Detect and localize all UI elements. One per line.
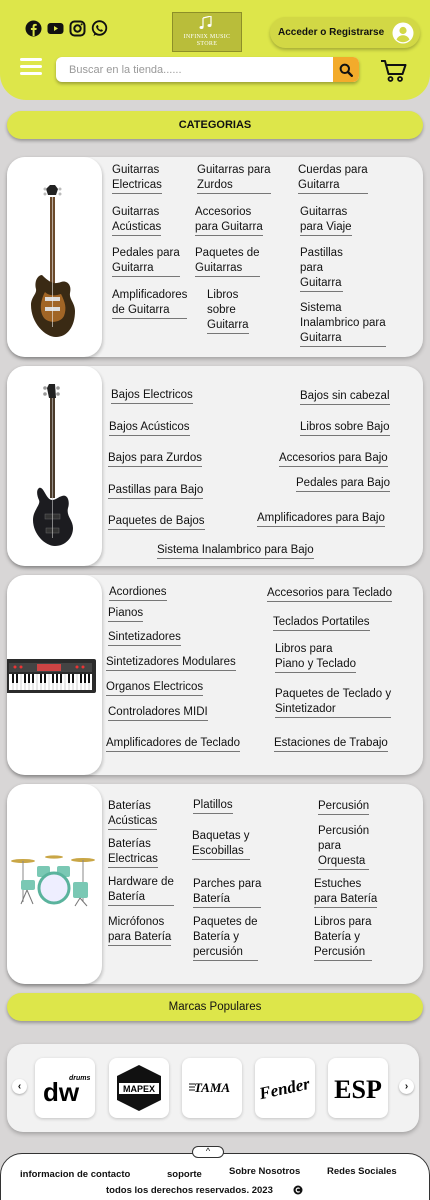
drum-category-link[interactable]: Paquetes de Batería y percusión xyxy=(193,915,258,961)
cart-icon[interactable] xyxy=(380,59,408,83)
logo-text: INFINIX MUSIC xyxy=(183,34,231,40)
copyright-text: todos los derechos reservados. 2023 xyxy=(106,1185,273,1196)
footer-contact-link[interactable]: informacion de contacto xyxy=(20,1169,130,1180)
keys-category-link[interactable]: Accesorios para Teclado xyxy=(267,586,393,602)
svg-text:TAMA: TAMA xyxy=(194,1080,230,1095)
drum-category-link[interactable]: Baterías Electricas xyxy=(108,837,158,868)
svg-text:ESP: ESP xyxy=(334,1075,382,1104)
login-label: Acceder o Registrarse xyxy=(278,27,385,38)
bass-category-link[interactable]: Pastillas para Bajo xyxy=(108,483,204,499)
guitar-category-link[interactable]: Pedales para Guitarra xyxy=(112,246,180,277)
guitar-category-link[interactable]: Guitarras para Zurdos xyxy=(197,163,271,194)
logo-text-2: STORE xyxy=(196,41,218,47)
drum-category-link[interactable]: Micrófonos para Batería xyxy=(108,915,172,946)
guitar-category-link[interactable]: Accesorios para Guitarra xyxy=(195,205,263,236)
menu-icon[interactable] xyxy=(20,58,42,76)
electric-guitar-image[interactable] xyxy=(7,157,102,357)
login-button[interactable]: Acceder o Registrarse xyxy=(270,17,420,48)
keys-category-link[interactable]: Organos Electricos xyxy=(106,680,204,696)
svg-text:MAPEX: MAPEX xyxy=(123,1084,155,1094)
guitar-category-link[interactable]: Guitarras Acústicas xyxy=(112,205,162,236)
footer-support-link[interactable]: soporte xyxy=(167,1169,202,1180)
footer-about-link[interactable]: Sobre Nosotros xyxy=(229,1166,300,1177)
brand-dw-logo[interactable]: drums dw xyxy=(35,1058,95,1118)
bass-category-link[interactable]: Pedales para Bajo xyxy=(296,476,390,492)
brand-esp-logo[interactable]: ESP xyxy=(328,1058,388,1118)
chevron-up-icon[interactable]: ^ xyxy=(192,1146,224,1158)
keys-category-link[interactable]: Sintetizadores xyxy=(108,630,181,646)
bass-category-link[interactable]: Bajos para Zurdos xyxy=(108,451,202,467)
drum-kit-image[interactable] xyxy=(7,784,102,984)
search-button[interactable] xyxy=(333,57,359,82)
drum-category-link[interactable]: Libros para Batería y Percusión xyxy=(314,915,372,961)
brand-tama-logo[interactable]: TAMA xyxy=(182,1058,242,1118)
popular-brands-header: Marcas Populares xyxy=(7,993,423,1021)
search-icon xyxy=(339,63,353,77)
guitar-category-link[interactable]: Guitarras Electricas xyxy=(112,163,162,194)
bass-category-link[interactable]: Bajos Electricos xyxy=(111,388,193,404)
keyboard-image[interactable] xyxy=(5,575,102,775)
drum-category-link[interactable]: Baquetas y Escobillas xyxy=(192,829,250,860)
svg-text:dw: dw xyxy=(43,1077,80,1107)
user-icon xyxy=(392,22,414,43)
drum-category-link[interactable]: Percusión para Orquesta xyxy=(318,824,370,870)
guitar-category-link[interactable]: Libros sobre Guitarra xyxy=(207,288,249,334)
brand-mapex-logo[interactable]: MAPEX xyxy=(109,1058,169,1118)
bass-category-link[interactable]: Accesorios para Bajo xyxy=(279,451,388,467)
keys-category-link[interactable]: Controladores MIDI xyxy=(108,705,208,721)
youtube-icon[interactable] xyxy=(47,20,64,37)
guitar-category-link[interactable]: Guitarras para Viaje xyxy=(300,205,352,236)
site-footer: informacion de contacto soporte Sobre No… xyxy=(0,1153,430,1200)
instagram-icon[interactable] xyxy=(69,20,86,37)
bass-category-link[interactable]: Sistema Inalambrico para Bajo xyxy=(157,543,314,559)
copyright-icon xyxy=(293,1185,303,1195)
keys-category-link[interactable]: Teclados Portatiles xyxy=(273,615,370,631)
bass-category-link[interactable]: Libros sobre Bajo xyxy=(300,420,390,436)
categories-header: CATEGORIAS xyxy=(7,111,423,139)
drum-category-link[interactable]: Hardware de Batería xyxy=(108,875,174,906)
store-logo[interactable]: INFINIX MUSIC STORE xyxy=(172,12,242,52)
svg-text:Fender: Fender xyxy=(259,1074,311,1103)
bass-category-link[interactable]: Bajos Acústicos xyxy=(109,420,190,436)
bass-category-link[interactable]: Bajos sin cabezal xyxy=(300,389,390,405)
keys-category-link[interactable]: Pianos xyxy=(108,606,144,622)
drum-category-link[interactable]: Baterías Acústicas xyxy=(108,799,158,830)
keys-category-link[interactable]: Estaciones de Trabajo xyxy=(274,736,388,752)
search-input[interactable] xyxy=(56,63,333,76)
brands-carousel: ‹ drums dw MAPEX TAMA Fender ESP › xyxy=(7,1044,419,1132)
social-links xyxy=(25,20,108,37)
chevron-left-icon[interactable]: ‹ xyxy=(12,1079,27,1094)
guitar-category-link[interactable]: Sistema Inalambrico para Guitarra xyxy=(300,301,386,347)
site-header: INFINIX MUSIC STORE Acceder o Registrars… xyxy=(0,0,430,100)
chevron-right-icon[interactable]: › xyxy=(399,1079,414,1094)
bass-category-link[interactable]: Paquetes de Bajos xyxy=(108,514,205,530)
keys-category-link[interactable]: Amplificadores de Teclado xyxy=(106,736,241,752)
drum-category-link[interactable]: Platillos xyxy=(193,798,233,814)
search-bar xyxy=(56,57,359,82)
guitar-category-link[interactable]: Pastillas para Guitarra xyxy=(300,246,343,292)
brand-fender-logo[interactable]: Fender xyxy=(255,1058,315,1118)
drum-category-link[interactable]: Parches para Batería xyxy=(193,877,262,908)
facebook-icon[interactable] xyxy=(25,20,42,37)
keys-category-link[interactable]: Paquetes de Teclado y Sintetizador xyxy=(275,687,392,718)
guitar-category-link[interactable]: Amplificadores de Guitarra xyxy=(112,288,188,319)
bass-category-link[interactable]: Amplificadores para Bajo xyxy=(257,511,385,527)
guitar-category-link[interactable]: Cuerdas para Guitarra xyxy=(298,163,368,194)
whatsapp-icon[interactable] xyxy=(91,20,108,37)
drum-category-link[interactable]: Estuches para Batería xyxy=(314,877,378,908)
footer-social-link[interactable]: Redes Sociales xyxy=(327,1166,397,1177)
keys-category-link[interactable]: Acordiones xyxy=(109,585,167,601)
drum-category-link[interactable]: Percusión xyxy=(318,799,370,815)
music-notes-icon xyxy=(199,16,212,29)
bass-guitar-image[interactable] xyxy=(7,366,102,566)
keys-category-link[interactable]: Sintetizadores Modulares xyxy=(106,655,236,671)
guitar-category-link[interactable]: Paquetes de Guitarras xyxy=(195,246,260,277)
keys-category-link[interactable]: Libros para Piano y Teclado xyxy=(275,642,356,673)
